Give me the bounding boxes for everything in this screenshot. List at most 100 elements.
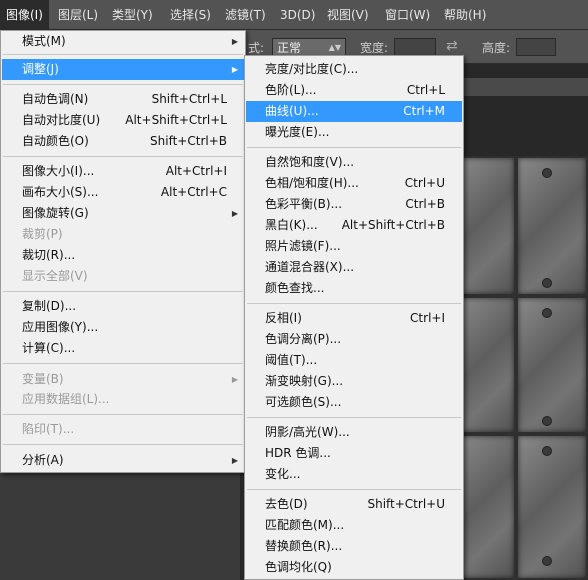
submenu-arrow-icon: ▶ (231, 456, 238, 465)
menubar-help[interactable]: 帮助(H) (438, 0, 492, 30)
menu-item-gradient-map[interactable]: 渐变映射(G)... (246, 371, 462, 392)
menu-item-invert[interactable]: 反相(I) Ctrl+I (246, 308, 462, 329)
menu-item-brightness-contrast[interactable]: 亮度/对比度(C)... (246, 59, 462, 80)
menu-item-selective-color[interactable]: 可选颜色(S)... (246, 392, 462, 413)
menu-item-label: 颜色查找... (265, 281, 325, 295)
width-field[interactable] (394, 38, 436, 56)
swap-icon[interactable]: ⇄ (446, 38, 458, 54)
submenu-arrow-icon: ▶ (231, 375, 238, 384)
menu-item-reveal-all: 显示全部(V) (2, 266, 244, 287)
menu-item-apply-image[interactable]: 应用图像(Y)... (2, 317, 244, 338)
menu-item-label: 复制(D)... (22, 299, 77, 313)
menu-item-replace-color[interactable]: 替换颜色(R)... (246, 536, 462, 557)
menu-item-posterize[interactable]: 色调分离(P)... (246, 329, 462, 350)
menu-item-analysis[interactable]: 分析(A) ▶ (2, 450, 244, 471)
menu-item-label: 模式(M) (22, 34, 66, 48)
menu-item-label: 计算(C)... (22, 341, 76, 355)
menubar-image[interactable]: 图像(I) (0, 0, 49, 30)
menu-item-label: 图像大小(I)... (22, 164, 95, 178)
document-tab[interactable] (464, 78, 588, 96)
menu-item-label: 图像旋转(G) (22, 206, 89, 220)
metal-tile (516, 296, 588, 434)
metal-tile (456, 296, 516, 434)
height-field[interactable] (516, 38, 556, 56)
menu-item-adjustments[interactable]: 调整(J) ▶ (2, 59, 244, 80)
menu-separator (3, 444, 243, 445)
menu-item-shortcut: Ctrl+I (410, 311, 445, 325)
menu-item-channel-mixer[interactable]: 通道混合器(X)... (246, 257, 462, 278)
metal-tile (516, 156, 588, 296)
menu-item-calculations[interactable]: 计算(C)... (2, 338, 244, 359)
menu-item-shortcut: Alt+Shift+Ctrl+L (125, 113, 227, 127)
menu-item-shortcut: Alt+Ctrl+I (165, 164, 227, 178)
menu-item-trim[interactable]: 裁切(R)... (2, 245, 244, 266)
submenu-arrow-icon: ▶ (231, 65, 238, 74)
menu-item-label: 变化... (265, 467, 301, 481)
metal-tile (456, 156, 516, 296)
menu-item-label: 自动颜色(O) (22, 134, 89, 148)
menu-item-label: 色调分离(P)... (265, 332, 342, 346)
menu-separator (3, 84, 243, 85)
menu-item-exposure[interactable]: 曝光度(E)... (246, 122, 462, 143)
menubar-window[interactable]: 窗口(W) (379, 0, 436, 30)
menu-item-desaturate[interactable]: 去色(D) Shift+Ctrl+U (246, 494, 462, 515)
menu-item-duplicate[interactable]: 复制(D)... (2, 296, 244, 317)
menu-item-color-lookup[interactable]: 颜色查找... (246, 278, 462, 299)
menu-item-threshold[interactable]: 阈值(T)... (246, 350, 462, 371)
menu-item-label: 调整(J) (22, 62, 59, 76)
menu-separator (3, 291, 243, 292)
menu-item-shortcut: Alt+Ctrl+C (160, 185, 227, 199)
menu-item-shortcut: Shift+Ctrl+B (150, 134, 227, 148)
menu-item-label: 陷印(T)... (22, 422, 75, 436)
menu-item-image-rotation[interactable]: 图像旋转(G) ▶ (2, 203, 244, 224)
menu-separator (247, 417, 461, 418)
menu-separator (3, 54, 243, 55)
menu-item-match-color[interactable]: 匹配颜色(M)... (246, 515, 462, 536)
rivet-icon (542, 416, 552, 426)
menu-item-variations[interactable]: 变化... (246, 464, 462, 485)
menu-item-levels[interactable]: 色阶(L)... Ctrl+L (246, 80, 462, 101)
submenu-arrow-icon: ▶ (231, 209, 238, 218)
rivet-icon (542, 308, 552, 318)
menu-item-canvas-size[interactable]: 画布大小(S)... Alt+Ctrl+C (2, 182, 244, 203)
menu-separator (3, 156, 243, 157)
menu-item-hdr-toning[interactable]: HDR 色调... (246, 443, 462, 464)
rivet-icon (542, 278, 552, 288)
menu-item-label: 替换颜色(R)... (265, 539, 343, 553)
menu-item-shortcut: Ctrl+L (406, 83, 445, 97)
menu-item-trap: 陷印(T)... (2, 419, 244, 440)
mode-label: 式: (248, 41, 265, 55)
menu-item-label: 可选颜色(S)... (265, 395, 342, 409)
menu-item-label: 通道混合器(X)... (265, 260, 355, 274)
menu-item-shadows-highlights[interactable]: 阴影/高光(W)... (246, 422, 462, 443)
menu-item-auto-tone[interactable]: 自动色调(N) Shift+Ctrl+L (2, 89, 244, 110)
menubar-filter[interactable]: 滤镜(T) (219, 0, 272, 30)
menu-item-black-white[interactable]: 黑白(K)... Alt+Shift+Ctrl+B (246, 215, 462, 236)
menu-item-curves[interactable]: 曲线(U)... Ctrl+M (246, 101, 462, 122)
menu-item-label: 黑白(K)... (265, 218, 318, 232)
menu-item-hue-saturation[interactable]: 色相/饱和度(H)... Ctrl+U (246, 173, 462, 194)
menu-item-equalize[interactable]: 色调均化(Q) (246, 557, 462, 578)
menu-item-apply-data-set: 应用数据组(L)... (2, 389, 244, 410)
menubar-type[interactable]: 类型(Y) (106, 0, 159, 30)
menu-item-label: HDR 色调... (265, 446, 331, 460)
height-label: 高度: (482, 41, 511, 55)
menu-item-auto-color[interactable]: 自动颜色(O) Shift+Ctrl+B (2, 131, 244, 152)
menu-item-photo-filter[interactable]: 照片滤镜(F)... (246, 236, 462, 257)
mode-value: 正常 (277, 41, 302, 55)
menubar-layer[interactable]: 图层(L) (52, 0, 104, 30)
menu-item-color-balance[interactable]: 色彩平衡(B)... Ctrl+B (246, 194, 462, 215)
menu-item-image-size[interactable]: 图像大小(I)... Alt+Ctrl+I (2, 161, 244, 182)
menu-item-label: 阴影/高光(W)... (265, 425, 350, 439)
menu-item-mode[interactable]: 模式(M) ▶ (2, 31, 244, 52)
menu-item-auto-contrast[interactable]: 自动对比度(U) Alt+Shift+Ctrl+L (2, 110, 244, 131)
menu-item-label: 自动色调(N) (22, 92, 89, 106)
menubar-view[interactable]: 视图(V) (321, 0, 375, 30)
menu-item-vibrance[interactable]: 自然饱和度(V)... (246, 152, 462, 173)
menu-separator (247, 489, 461, 490)
menu-item-label: 自然饱和度(V)... (265, 155, 355, 169)
mode-select[interactable]: 正常 ▲▼ (272, 38, 346, 56)
menu-separator (247, 303, 461, 304)
menubar-3d[interactable]: 3D(D) (274, 0, 321, 30)
menubar-select[interactable]: 选择(S) (164, 0, 217, 30)
